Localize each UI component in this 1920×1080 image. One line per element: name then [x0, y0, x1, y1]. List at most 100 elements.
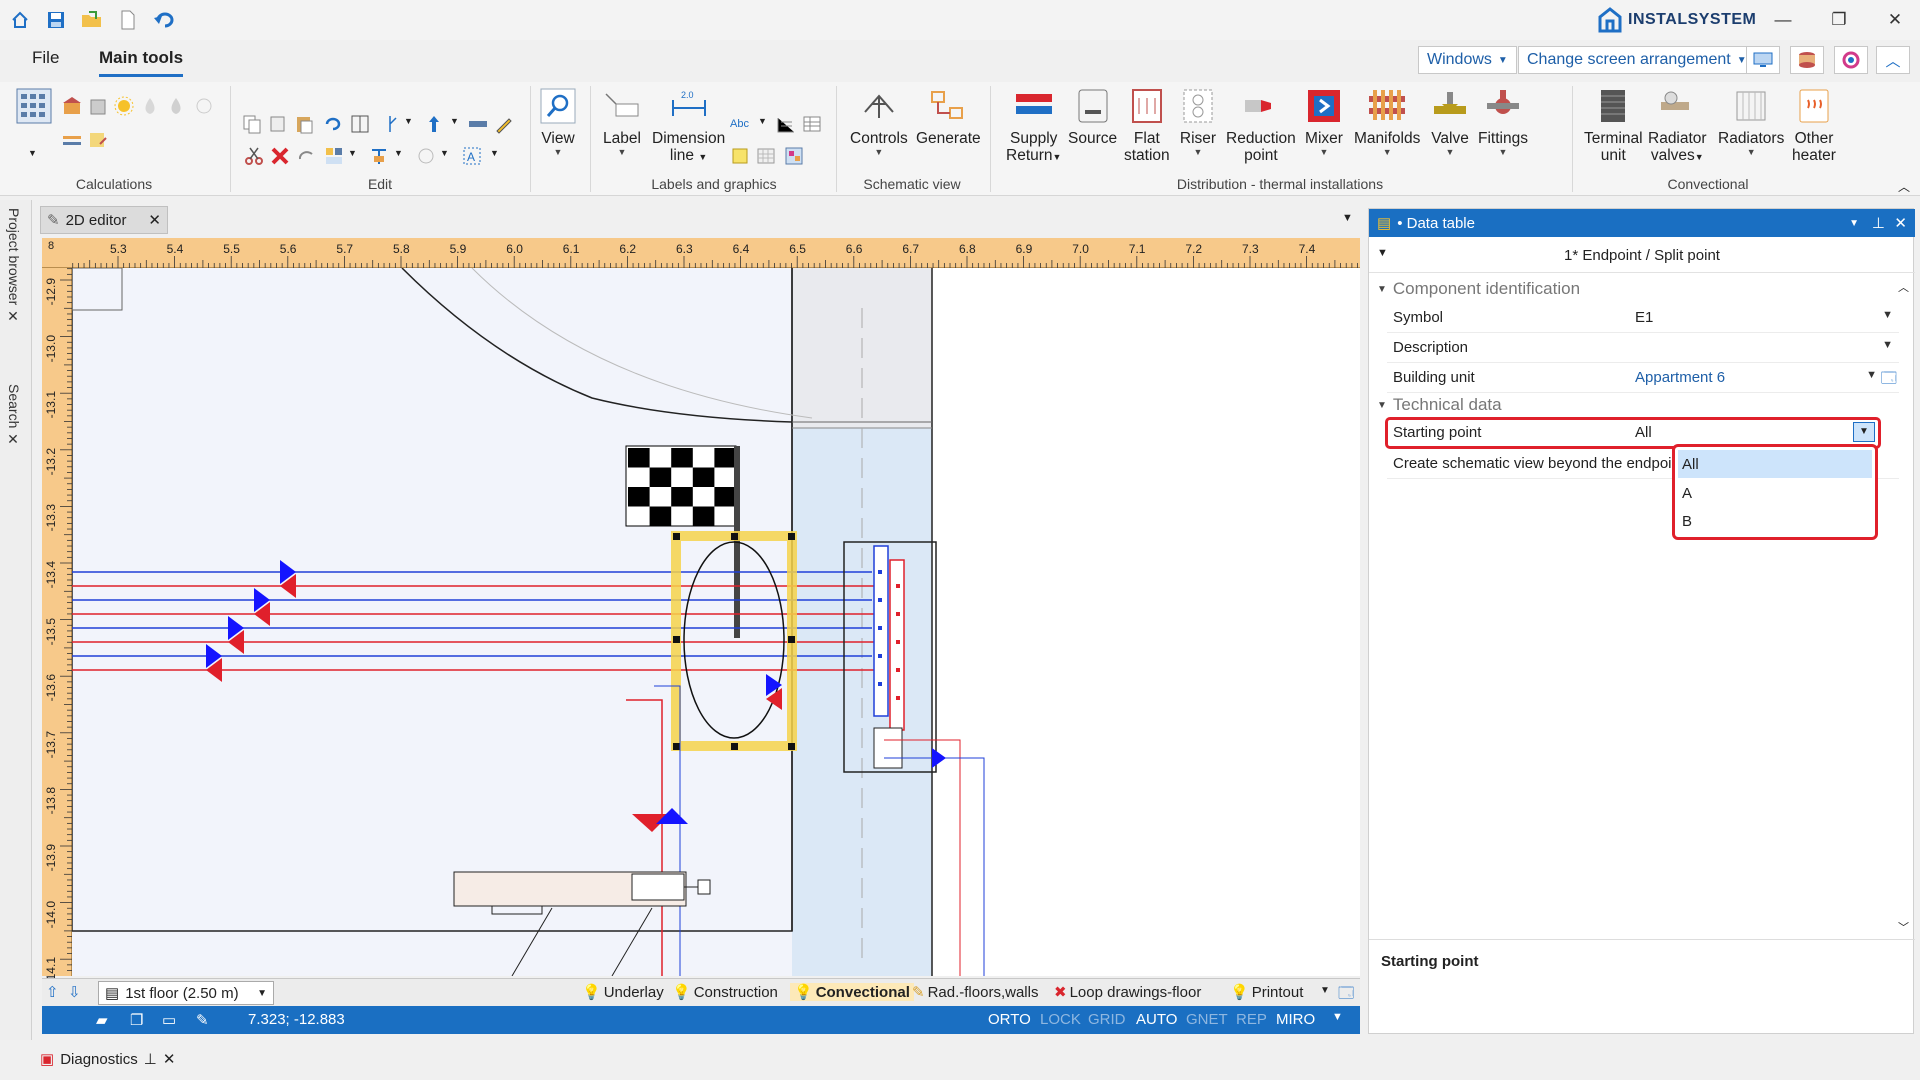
terminal-unit-button[interactable]: Terminal unit — [1584, 86, 1643, 164]
chevron-up-icon[interactable]: ︿ — [1898, 178, 1918, 198]
calculation-grid-icon[interactable] — [16, 88, 52, 124]
copy-props-icon[interactable] — [268, 114, 288, 134]
tab-project-browser[interactable]: Project browser ✕ — [6, 208, 22, 325]
mode-auto[interactable]: AUTO — [1136, 1011, 1177, 1028]
grid-icon[interactable] — [756, 146, 776, 166]
redo-icon[interactable] — [296, 146, 316, 166]
color-wheel-icon[interactable] — [1834, 46, 1868, 74]
row-description[interactable]: Description ▼ — [1387, 333, 1899, 363]
close-icon[interactable]: ✕ — [1894, 214, 1907, 232]
drop-gray-icon[interactable] — [166, 96, 186, 116]
chevron-down-icon[interactable]: ▼ — [440, 148, 460, 168]
tab-main-tools[interactable]: Main tools — [99, 48, 184, 77]
new-file-icon[interactable] — [116, 8, 140, 32]
windows-dropdown[interactable]: Windows ▼ — [1418, 46, 1517, 74]
other-heater-button[interactable]: Other heater — [1792, 86, 1836, 164]
scroll-down-icon[interactable]: ﹀ — [1898, 919, 1909, 935]
chevron-down-icon[interactable]: ▼ — [348, 148, 368, 168]
chevron-down-icon[interactable]: ▼ — [450, 116, 470, 136]
home-icon[interactable] — [8, 8, 32, 32]
generate-button[interactable]: Generate — [916, 86, 981, 147]
radiators-button[interactable]: Radiators ▼ — [1718, 86, 1784, 157]
screen-arrangement-dropdown[interactable]: Change screen arrangement ▼ — [1518, 46, 1756, 74]
open-folder-icon[interactable] — [80, 8, 104, 32]
layer-rad-floors[interactable]: ✎ Rad.-floors,walls — [912, 983, 1038, 1002]
note-icon[interactable] — [730, 146, 750, 166]
table-icon[interactable] — [802, 114, 822, 134]
layers-settings-icon[interactable]: 🗔 — [1338, 983, 1354, 1008]
undo-icon[interactable] — [152, 8, 176, 32]
chevron-down-icon[interactable]: ▼ — [1342, 212, 1353, 224]
monitor-icon[interactable] — [1746, 46, 1780, 74]
copy-icon[interactable] — [242, 114, 262, 134]
text-frame-icon[interactable]: A — [462, 146, 482, 166]
split-icon[interactable] — [380, 114, 400, 134]
flat-station-button[interactable]: Flat station — [1124, 86, 1170, 164]
mode-rep[interactable]: REP — [1236, 1011, 1267, 1028]
chevron-down-icon[interactable]: ▼ — [1882, 339, 1893, 351]
chevron-down-icon[interactable]: ▼ — [1853, 422, 1875, 442]
building-gray-icon[interactable] — [88, 96, 108, 116]
manifolds-button[interactable]: Manifolds ▼ — [1354, 86, 1420, 157]
measure-tool-icon[interactable]: ▭ — [162, 1011, 176, 1029]
row-starting-point[interactable]: Starting point All ▼ — [1385, 417, 1881, 449]
layer-convectional[interactable]: 💡 Convectional — [790, 983, 914, 1001]
save-icon[interactable] — [44, 8, 68, 32]
controls-button[interactable]: Controls ▼ — [850, 86, 908, 157]
close-icon[interactable]: ✕ — [148, 211, 161, 229]
source-button[interactable]: Source — [1068, 86, 1117, 147]
dimension-line-button[interactable]: 2.0 Dimension line ▼ — [652, 86, 725, 166]
floor-select[interactable]: ▤ 1st floor (2.50 m) ▼ — [98, 981, 274, 1005]
lines-icon[interactable] — [776, 114, 796, 134]
align-icon[interactable] — [370, 146, 390, 166]
database-icon[interactable] — [1790, 46, 1824, 74]
mode-grid[interactable]: GRID — [1088, 1011, 1126, 1028]
reduction-point-button[interactable]: Reduction point — [1226, 86, 1296, 164]
arrow-down-icon[interactable]: ⇩ — [68, 983, 81, 1001]
paste-icon[interactable] — [294, 114, 314, 134]
option-b[interactable]: B — [1678, 507, 1872, 535]
cut-icon[interactable] — [244, 146, 264, 166]
layer-printout[interactable]: 💡 Printout — [1230, 983, 1303, 1002]
supply-return-button[interactable]: Supply Return▼ — [1006, 86, 1061, 166]
chevron-down-icon[interactable]: ▼ — [1849, 218, 1859, 229]
close-window-button[interactable]: ✕ — [1880, 6, 1910, 34]
layer-construction[interactable]: 💡 Construction — [672, 983, 778, 1002]
valve-button[interactable]: Valve ▼ — [1430, 86, 1470, 157]
chevron-down-icon[interactable]: ▼ — [758, 116, 778, 136]
chevron-down-icon[interactable]: ▼ — [404, 116, 424, 136]
chevron-down-icon[interactable]: ▼ — [490, 148, 510, 168]
network-icon[interactable] — [194, 96, 214, 116]
sun-icon[interactable] — [114, 96, 134, 116]
option-all[interactable]: All — [1678, 450, 1872, 478]
mode-lock[interactable]: LOCK — [1040, 1011, 1081, 1028]
chevron-down-icon[interactable]: ▼ — [28, 148, 48, 168]
arrow-up-icon[interactable]: ⇧ — [46, 983, 59, 1001]
radiator-valves-button[interactable]: Radiator valves▼ — [1648, 86, 1707, 166]
tab-2d-editor[interactable]: ✎ 2D editor ✕ — [40, 206, 168, 234]
tab-search[interactable]: Search ✕ — [6, 384, 22, 448]
undo-small-icon[interactable] — [322, 114, 342, 134]
restore-button[interactable]: ❐ — [1824, 6, 1854, 34]
pipes-icon[interactable] — [62, 130, 82, 150]
report-icon[interactable] — [88, 130, 108, 150]
image-icon[interactable] — [784, 146, 804, 166]
delete-icon[interactable] — [270, 146, 290, 166]
mode-miro[interactable]: MIRO — [1276, 1011, 1315, 1028]
measure-icon[interactable] — [468, 114, 488, 134]
section-identification[interactable]: ▼ Component identification — [1369, 277, 1899, 301]
option-a[interactable]: A — [1678, 479, 1872, 507]
frame-icon[interactable] — [350, 114, 370, 134]
snap-icon[interactable] — [416, 146, 436, 166]
fittings-button[interactable]: Fittings ▼ — [1478, 86, 1528, 157]
mode-orto[interactable]: ORTO — [988, 1011, 1031, 1028]
view-button[interactable]: View ▼ — [538, 86, 578, 157]
section-technical[interactable]: ▼ Technical data — [1369, 393, 1899, 417]
collapse-ribbon-button[interactable]: ︿ — [1876, 46, 1910, 74]
layer-loop-drawings[interactable]: ✖ Loop drawings-floor — [1054, 983, 1201, 1002]
drop-icon[interactable] — [140, 96, 160, 116]
riser-button[interactable]: Riser ▼ — [1178, 86, 1218, 157]
diagnostics-tab[interactable]: ▣ Diagnostics ⊥ ✕ — [40, 1044, 175, 1074]
snap-tool-icon[interactable]: ▰ — [96, 1011, 108, 1029]
pen-icon[interactable] — [494, 114, 514, 134]
